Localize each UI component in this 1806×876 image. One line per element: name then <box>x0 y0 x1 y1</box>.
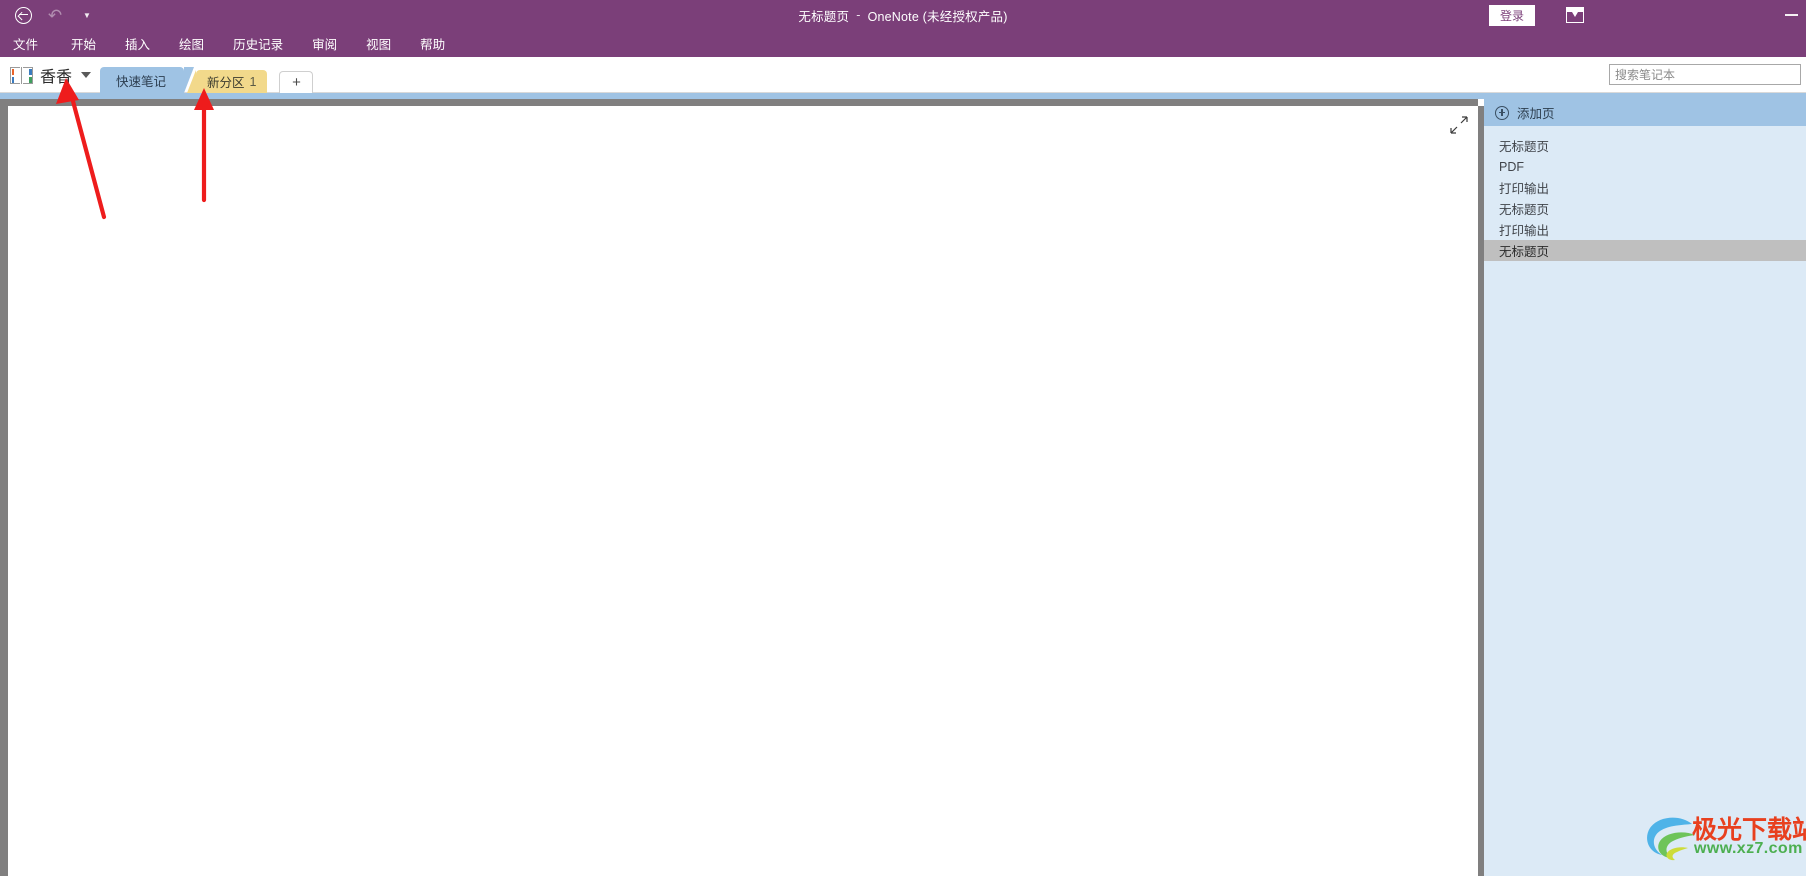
window-title-app: OneNote (未经授权产品) <box>867 9 1008 24</box>
canvas-shadow-left <box>0 99 8 876</box>
notebook-selector[interactable]: 香香 <box>10 61 95 89</box>
canvas-shadow-top <box>8 99 1478 106</box>
section-tab-quick-notes[interactable]: 快速笔记 <box>100 67 195 93</box>
add-page-label: 添加页 <box>1517 107 1555 121</box>
page-list-items: 无标题页 PDF 打印输出 无标题页 打印输出 无标题页 <box>1484 135 1806 261</box>
plus-circle-icon <box>1495 105 1509 120</box>
page-list-item-label: 无标题页 <box>1499 203 1550 217</box>
page-list-item-label: 无标题页 <box>1499 140 1550 154</box>
search-notebook-box[interactable] <box>1609 64 1801 85</box>
sign-in-button[interactable]: 登录 <box>1488 5 1535 26</box>
menu-item-review[interactable]: 审阅 <box>312 34 337 53</box>
section-tab-label: 快速笔记 <box>116 74 167 89</box>
page-list-item-label: 无标题页 <box>1499 245 1550 259</box>
section-tab-number: 1 <box>249 74 257 89</box>
ribbon-display-options-icon[interactable] <box>1566 7 1584 23</box>
back-circle-icon <box>14 6 32 24</box>
menu-item-home[interactable]: 开始 <box>71 34 96 53</box>
page-list-item[interactable]: 无标题页 <box>1484 198 1806 219</box>
note-canvas[interactable] <box>8 106 1478 876</box>
chevron-down-icon: ▼ <box>83 10 91 20</box>
section-tab-new-section-1[interactable]: 新分区 1 <box>186 70 268 93</box>
notebook-icon <box>10 66 33 85</box>
page-list-item-selected[interactable]: 无标题页 <box>1484 240 1806 261</box>
menu-item-view[interactable]: 视图 <box>366 34 391 53</box>
menu-item-history[interactable]: 历史记录 <box>233 34 283 53</box>
page-list-item-label: PDF <box>1499 159 1524 174</box>
menu-item-draw[interactable]: 绘图 <box>179 34 204 53</box>
customize-qat-button[interactable]: ▼ <box>72 2 102 28</box>
window-title-page: 无标题页 <box>798 9 850 24</box>
page-list-item[interactable]: 打印输出 <box>1484 177 1806 198</box>
page-list-item-label: 打印输出 <box>1499 182 1550 196</box>
plus-icon: + <box>292 74 301 91</box>
expand-arrows-icon[interactable] <box>1450 116 1468 134</box>
section-tab-bar: 香香 快速笔记 新分区 1 + <box>0 57 1806 93</box>
window-title-separator: - <box>856 8 861 22</box>
add-page-button[interactable]: 添加页 <box>1484 99 1806 126</box>
notebook-name: 香香 <box>40 69 73 86</box>
minimize-button[interactable] <box>1785 14 1798 16</box>
page-list-item[interactable]: 无标题页 <box>1484 135 1806 156</box>
page-list-item[interactable]: PDF <box>1484 156 1806 177</box>
onenote-window: ↶ ▼ 无标题页 - OneNote (未经授权产品) 登录 文件 开始 插入 … <box>0 0 1806 876</box>
section-tab-label: 新分区 <box>207 76 245 90</box>
undo-icon: ↶ <box>47 5 63 25</box>
menu-item-help[interactable]: 帮助 <box>420 34 445 53</box>
title-bar: ↶ ▼ 无标题页 - OneNote (未经授权产品) 登录 <box>0 0 1806 30</box>
undo-button[interactable]: ↶ <box>40 2 70 28</box>
back-button[interactable] <box>8 2 38 28</box>
chevron-down-icon <box>81 72 92 78</box>
add-section-button[interactable]: + <box>279 71 314 93</box>
page-list-panel: 添加页 无标题页 PDF 打印输出 无标题页 打印输出 无标题页 <box>1484 99 1806 876</box>
section-tabs: 快速笔记 新分区 1 + <box>100 65 314 93</box>
menu-item-insert[interactable]: 插入 <box>125 34 150 53</box>
quick-access-toolbar: ↶ ▼ <box>8 0 102 30</box>
search-input[interactable] <box>1615 67 1795 82</box>
page-list-item-label: 打印输出 <box>1499 224 1550 238</box>
body-area: 添加页 无标题页 PDF 打印输出 无标题页 打印输出 无标题页 <box>0 93 1806 876</box>
window-title: 无标题页 - OneNote (未经授权产品) <box>0 0 1806 30</box>
menu-bar: 文件 开始 插入 绘图 历史记录 审阅 视图 帮助 <box>0 30 1806 57</box>
menu-item-file[interactable]: 文件 <box>13 34 38 53</box>
page-list-item[interactable]: 打印输出 <box>1484 219 1806 240</box>
